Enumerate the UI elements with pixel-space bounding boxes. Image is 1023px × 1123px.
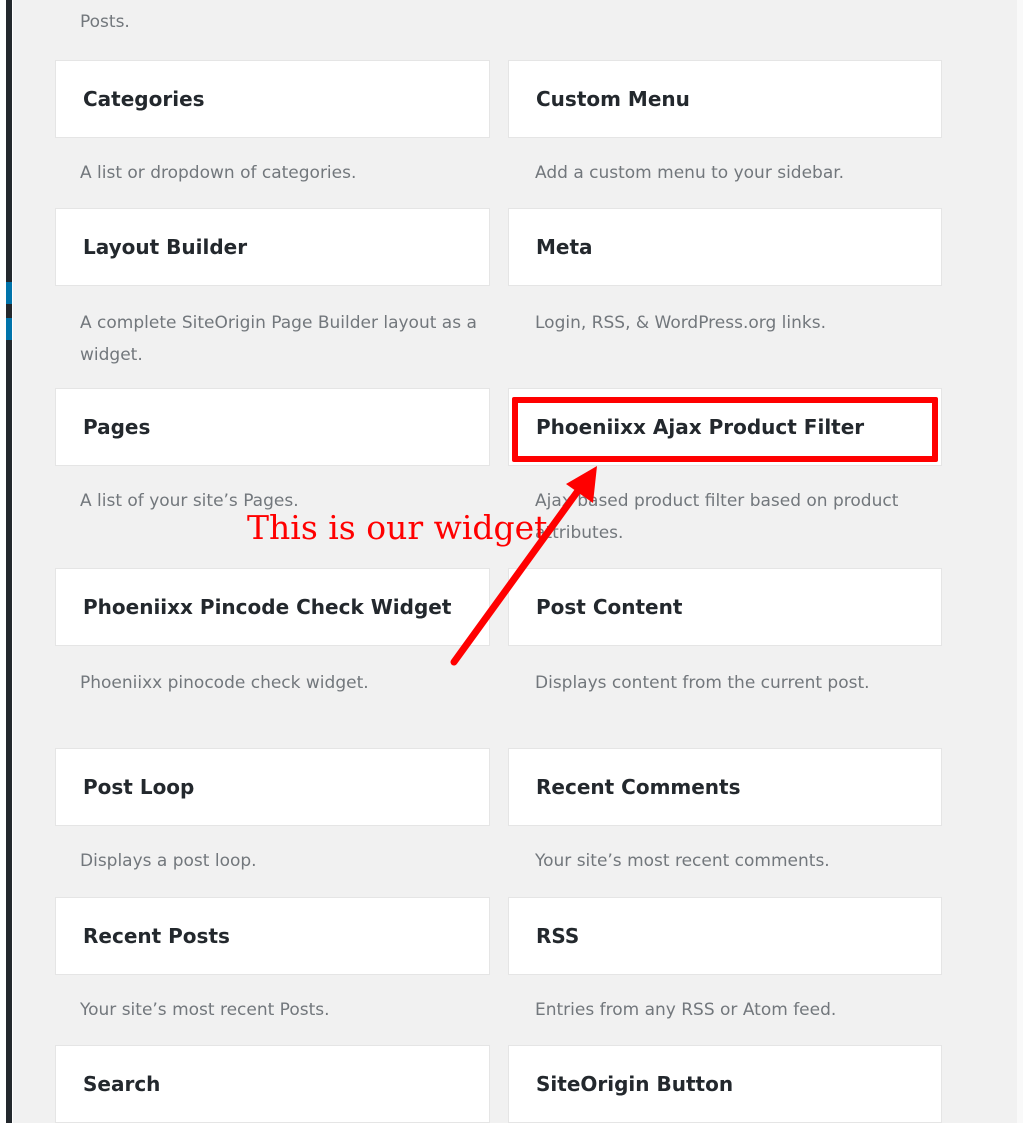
annotation-arrow: [450, 466, 597, 666]
annotation-text: This is our widget: [247, 508, 548, 547]
